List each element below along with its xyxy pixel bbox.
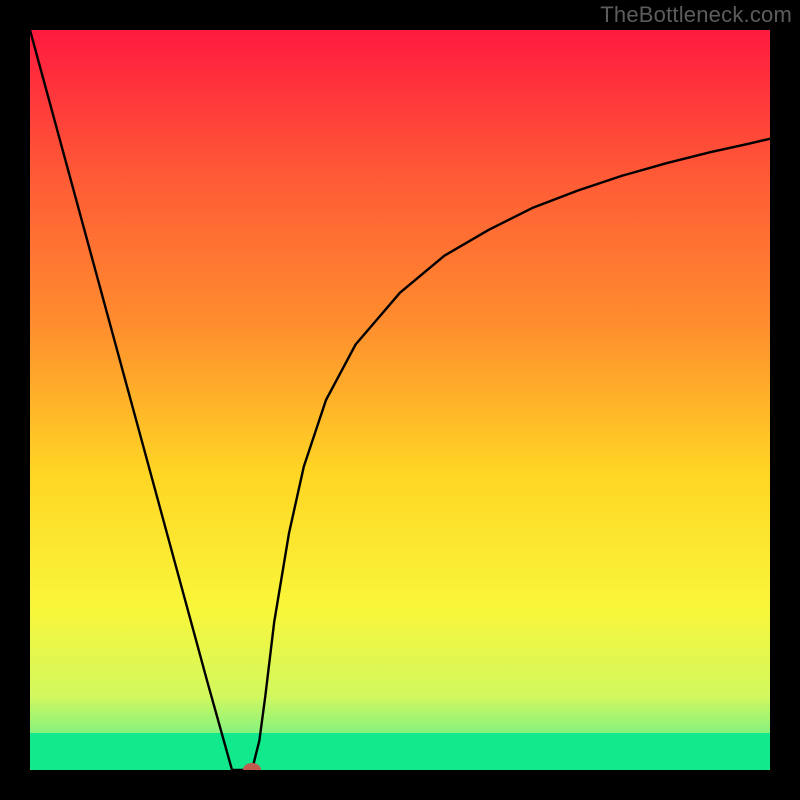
plot-area [30,30,770,770]
watermark-text: TheBottleneck.com [600,2,792,28]
chart-frame: TheBottleneck.com [0,0,800,800]
green-band [30,733,770,770]
gradient-background [30,30,770,770]
chart-svg [30,30,770,770]
